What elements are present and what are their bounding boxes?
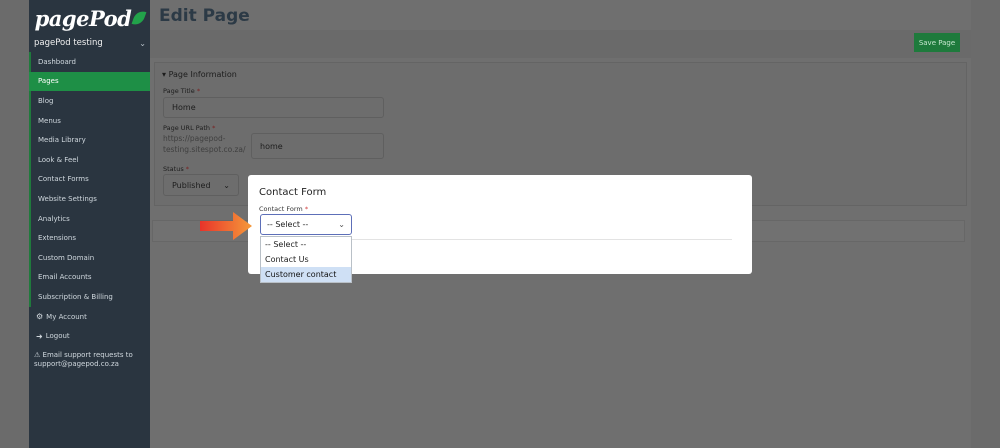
sidebar-item-blog[interactable]: Blog (29, 91, 150, 111)
page-title-input[interactable]: Home (163, 97, 384, 118)
modal-title: Contact Form (259, 187, 327, 198)
support-line-1: Email support requests to (42, 351, 133, 359)
sidebar-item-menus[interactable]: Menus (29, 110, 150, 131)
logout-label: Logout (45, 332, 70, 341)
sidebar-item-logout[interactable]: ➜ Logout (29, 326, 150, 346)
url-prefix: https://pagepod-testing.sitespot.co.za/ (163, 134, 246, 154)
required-marker: * (304, 205, 309, 213)
required-marker: * (196, 87, 201, 95)
gear-icon: ⚙ (36, 312, 44, 322)
sidebar: pagePod pagePod testing ⌄ Dashboard Page… (29, 0, 150, 448)
option-select[interactable]: -- Select -- (261, 237, 351, 252)
my-account-label: My Account (46, 312, 87, 321)
url-path-label-text: Page URL Path (163, 124, 211, 132)
site-selector[interactable]: pagePod testing ⌄ (34, 36, 146, 50)
sidebar-item-look-and-feel[interactable]: Look & Feel (29, 149, 150, 170)
logout-icon: ➜ (36, 331, 43, 341)
status-value: Published (172, 180, 211, 190)
required-marker: * (212, 124, 216, 132)
sidebar-item-analytics[interactable]: Analytics (29, 208, 150, 229)
right-gutter (971, 0, 1000, 448)
action-bar (150, 30, 971, 58)
sidebar-item-extensions[interactable]: Extensions (29, 228, 150, 248)
section-toggle[interactable]: ▾ Page Information (162, 70, 237, 79)
option-contact-us[interactable]: Contact Us (261, 252, 351, 267)
status-label: Status * (163, 165, 189, 173)
sidebar-item-website-settings[interactable]: Website Settings (29, 189, 150, 209)
url-path-input[interactable]: home (251, 133, 384, 159)
arrow-right-icon (200, 212, 252, 240)
sidebar-item-email-accounts[interactable]: Email Accounts (29, 267, 150, 288)
page-title: Edit Page (159, 6, 250, 26)
contact-form-options: -- Select -- Contact Us Customer contact (260, 236, 352, 283)
contact-form-select[interactable]: -- Select -- ⌄ (260, 214, 352, 235)
option-customer-contact[interactable]: Customer contact (261, 267, 351, 282)
sidebar-nav: Dashboard Pages Blog Menus Media Library… (29, 52, 150, 346)
logo[interactable]: pagePod (29, 2, 150, 34)
leaf-icon (131, 8, 147, 28)
site-name: pagePod testing (34, 38, 103, 48)
sidebar-item-pages[interactable]: Pages (29, 71, 150, 92)
url-path-label: Page URL Path * (163, 124, 215, 132)
sidebar-item-contact-forms[interactable]: Contact Forms (29, 169, 150, 190)
url-path-value: home (260, 141, 283, 151)
section-title: Page Information (168, 70, 237, 79)
sidebar-item-custom-domain[interactable]: Custom Domain (29, 247, 150, 268)
save-page-button[interactable]: Save Page (914, 33, 960, 52)
page-title-label: Page Title * (163, 87, 200, 95)
page-title-value: Home (172, 103, 196, 112)
sidebar-item-media-library[interactable]: Media Library (29, 130, 150, 150)
sidebar-item-subscription-billing[interactable]: Subscription & Billing (29, 287, 150, 307)
chevron-down-icon: ⌄ (223, 180, 230, 190)
chevron-down-icon: ⌄ (139, 38, 146, 48)
contact-form-label: Contact Form * (259, 205, 308, 213)
logo-text: pagePod (34, 5, 132, 31)
support-note: ⚠ Email support requests to support@page… (34, 351, 148, 369)
sidebar-item-my-account[interactable]: ⚙ My Account (29, 307, 150, 327)
warning-icon: ⚠ (34, 351, 41, 359)
caret-down-icon: ▾ (162, 70, 167, 79)
sidebar-item-dashboard[interactable]: Dashboard (29, 52, 150, 72)
left-gutter (0, 0, 29, 448)
page-title-label-text: Page Title (163, 87, 195, 95)
selected-value: -- Select -- (267, 220, 309, 229)
support-email[interactable]: support@pagepod.co.za (34, 360, 119, 368)
chevron-down-icon: ⌄ (338, 220, 345, 229)
status-select[interactable]: Published ⌄ (163, 174, 239, 196)
contact-form-label-text: Contact Form (259, 205, 303, 213)
required-marker: * (185, 165, 190, 173)
status-label-text: Status (163, 165, 184, 173)
